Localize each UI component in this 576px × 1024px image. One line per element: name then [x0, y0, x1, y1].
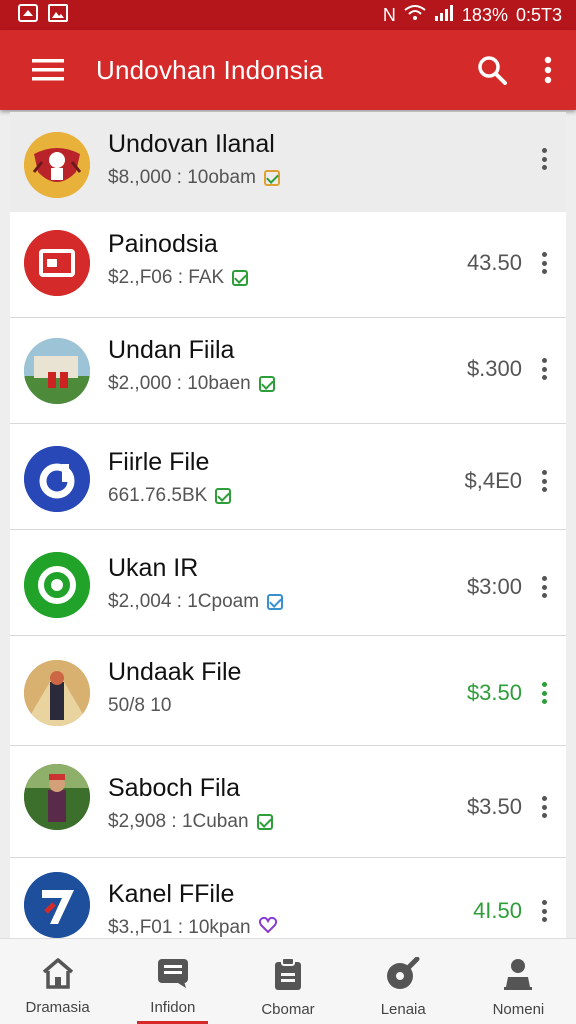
check-icon: [232, 270, 249, 286]
app-bar: Undovhan Indonsia: [0, 30, 576, 110]
item-subtitle: 50/8 10: [108, 695, 172, 716]
photo-avatar: [24, 660, 90, 726]
item-subtitle: $2.,F06 : FAK: [108, 267, 225, 288]
list-item[interactable]: Undaak File 50/8 10 $3.50: [10, 636, 566, 746]
battery-text: 183%: [461, 4, 508, 25]
item-subtitle: $3.,F01 : 10kpan: [108, 917, 251, 938]
item-price: $,4E0: [464, 468, 523, 493]
item-name: Saboch Fila: [108, 774, 241, 802]
item-subtitle: $2.,000 : 10baen: [108, 373, 251, 394]
item-more-icon[interactable]: [534, 678, 554, 708]
item-more-icon[interactable]: [534, 572, 554, 602]
item-price: 4I.50: [473, 898, 522, 923]
file-list: Undovan Ilanal $8.,000 : 10obam Painodsi…: [10, 112, 566, 938]
item-subtitle: 661.76.5BK: [108, 485, 208, 506]
tab-label: Lenaia: [380, 1001, 426, 1018]
item-price: $.300: [466, 356, 522, 381]
item-name: Undan Fiila: [108, 336, 235, 364]
slides-avatar: [24, 230, 90, 296]
tab-messages[interactable]: Infidon: [115, 939, 230, 1024]
tab-home[interactable]: Dramasia: [0, 939, 115, 1024]
item-name: Painodsia: [108, 230, 218, 258]
item-subtitle: $8.,000 : 10obam: [108, 167, 256, 188]
photo-avatar: [24, 764, 90, 830]
item-more-icon[interactable]: [534, 792, 554, 822]
list-item[interactable]: Saboch Fila $2,908 : 1Cuban $3.50: [10, 746, 566, 858]
item-more-icon[interactable]: [534, 248, 554, 278]
app-logo-avatar: [24, 446, 90, 512]
check-icon: [258, 376, 275, 392]
item-price: 43.50: [466, 250, 522, 275]
search-icon: [478, 56, 507, 85]
clipboard-icon: [275, 957, 301, 990]
check-icon: [267, 594, 284, 610]
home-status-icon: [18, 3, 38, 27]
check-icon: [256, 814, 273, 830]
item-price: $3.50: [466, 794, 522, 819]
list-item[interactable]: Kanel FFile $3.,F01 : 10kpan 4I.50: [10, 858, 566, 938]
edit-icon: [387, 957, 420, 989]
status-bar: N 183% 0:5T3: [0, 0, 576, 30]
tab-clipboard[interactable]: Cbomar: [230, 939, 345, 1024]
user-icon: [504, 959, 533, 990]
app-logo-avatar: [24, 872, 90, 938]
list-item[interactable]: Painodsia $2.,F06 : FAK 43.50: [10, 212, 566, 318]
tab-label: Cbomar: [261, 1001, 315, 1018]
more-vert-icon: [544, 56, 552, 84]
emblem-avatar: [24, 132, 90, 198]
wifi-icon: [404, 4, 426, 26]
list-item[interactable]: Undan Fiila $2.,000 : 10baen $.300: [10, 318, 566, 424]
chat-icon: [157, 959, 188, 988]
item-price: $3:00: [466, 574, 522, 599]
hamburger-icon: [32, 59, 64, 81]
image-status-icon: [48, 3, 68, 27]
search-button[interactable]: [464, 30, 520, 110]
item-name: Fiirle File: [108, 448, 210, 476]
menu-button[interactable]: [0, 30, 96, 110]
list-item[interactable]: Undovan Ilanal $8.,000 : 10obam: [10, 112, 566, 218]
check-icon: [263, 170, 280, 186]
item-name: Kanel FFile: [108, 880, 235, 908]
item-more-icon[interactable]: [534, 354, 554, 384]
item-more-icon[interactable]: [534, 896, 554, 926]
item-name: Undaak File: [108, 658, 242, 686]
item-subtitle: $2,908 : 1Cuban: [108, 811, 249, 832]
home-icon: [42, 958, 73, 989]
heart-icon: [258, 916, 277, 938]
tab-label: Nomeni: [492, 1001, 545, 1018]
tab-label: Infidon: [150, 999, 196, 1016]
nfc-icon: N: [382, 4, 396, 25]
bottom-navigation: Dramasia Infidon Cbomar Lenaia Nomeni: [0, 938, 576, 1024]
item-name: Undovan Ilanal: [108, 130, 275, 158]
item-more-icon[interactable]: [534, 144, 554, 174]
item-subtitle: $2.,004 : 1Cpoam: [108, 591, 260, 612]
tab-edit[interactable]: Lenaia: [346, 939, 461, 1024]
list-item[interactable]: Fiirle File 661.76.5BK $,4E0: [10, 424, 566, 530]
tab-profile[interactable]: Nomeni: [461, 939, 576, 1024]
overflow-menu-button[interactable]: [520, 30, 576, 110]
item-more-icon[interactable]: [534, 466, 554, 496]
app-logo-avatar: [24, 552, 90, 618]
item-name: Ukan IR: [108, 554, 199, 582]
check-icon: [215, 488, 232, 504]
signal-icon: [434, 4, 454, 26]
photo-avatar: [24, 338, 90, 404]
clock: 0:5T3: [515, 4, 562, 25]
item-price: $3.50: [466, 680, 522, 705]
app-title: Undovhan Indonsia: [96, 54, 324, 85]
list-item[interactable]: Ukan IR $2.,004 : 1Cpoam $3:00: [10, 530, 566, 636]
tab-label: Dramasia: [25, 999, 90, 1016]
